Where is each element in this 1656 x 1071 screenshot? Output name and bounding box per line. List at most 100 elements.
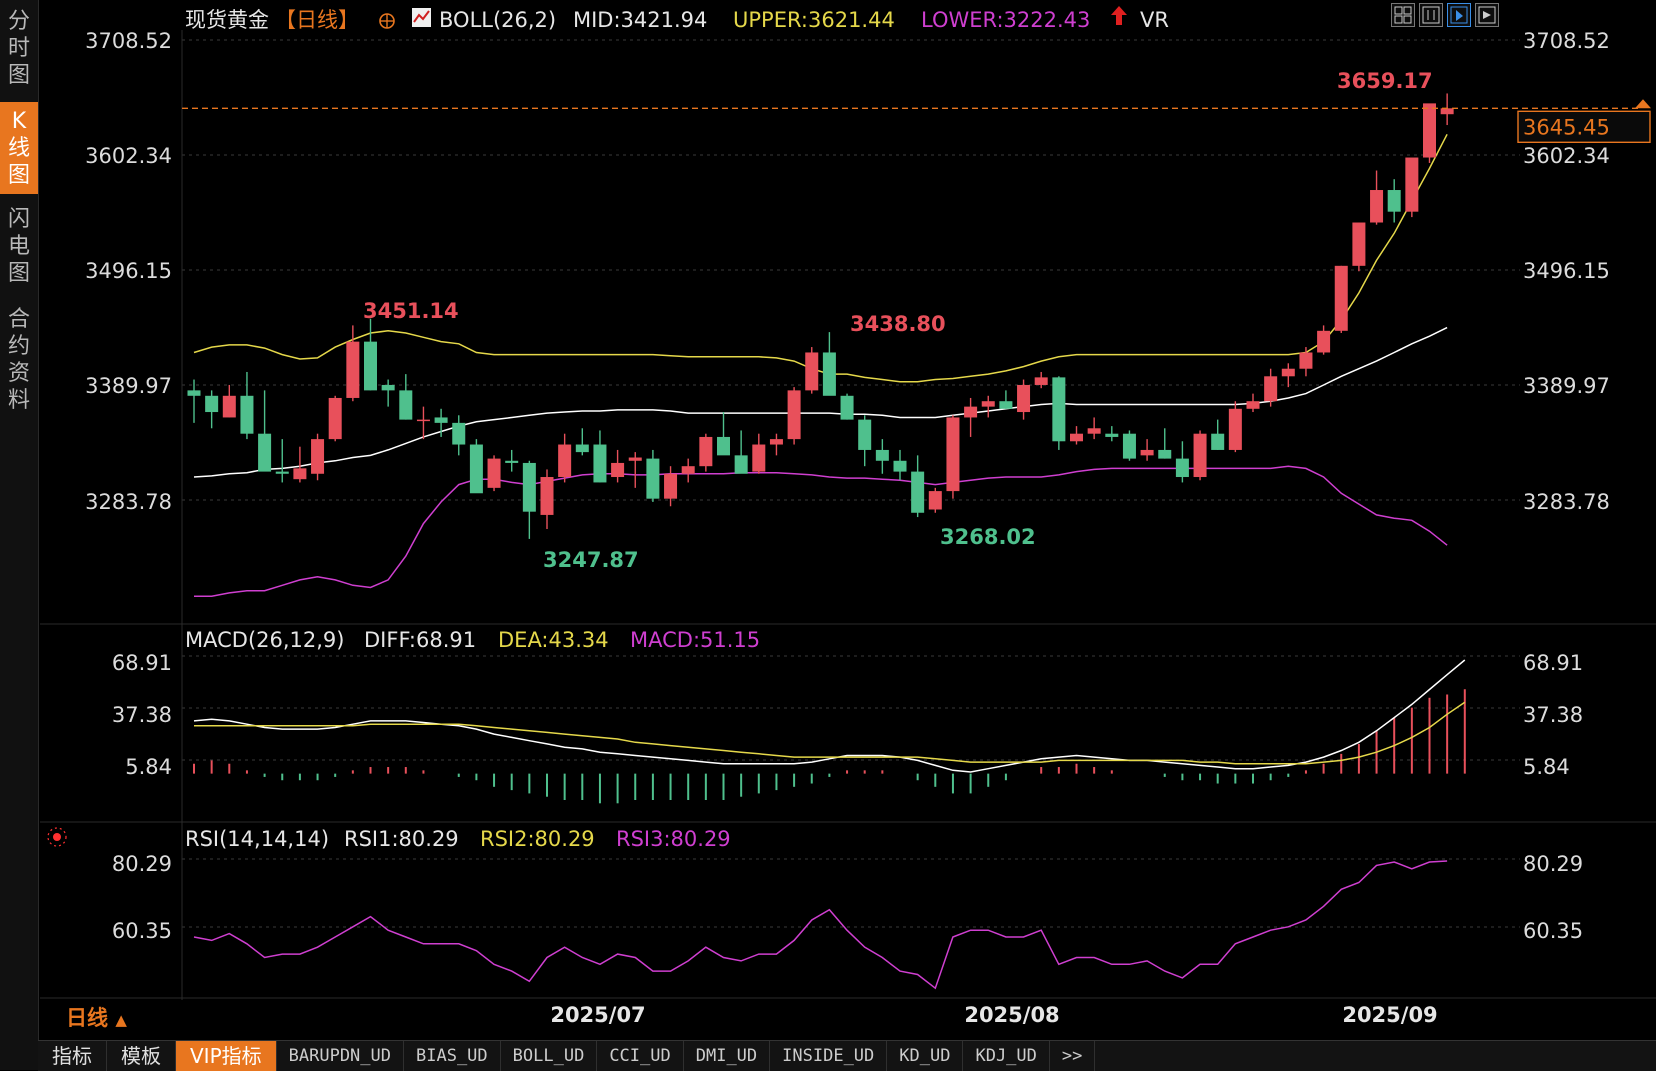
candle-up bbox=[416, 419, 430, 422]
candle-down bbox=[875, 449, 889, 461]
candle-down bbox=[1052, 377, 1066, 442]
candle-up bbox=[1087, 428, 1101, 434]
candle-down bbox=[840, 395, 854, 420]
tab-vip-indicator[interactable]: VIP指标 bbox=[176, 1041, 277, 1071]
svg-text:37.38: 37.38 bbox=[112, 703, 172, 727]
chart-toolbar bbox=[1391, 3, 1499, 27]
candle-up bbox=[1228, 408, 1242, 450]
candle-down bbox=[187, 390, 201, 396]
boll-indicator-name: BOLL(26,2) bbox=[439, 8, 556, 32]
candle-down bbox=[364, 341, 377, 391]
price-label: 3389.97 bbox=[85, 374, 172, 398]
candle-up bbox=[293, 468, 307, 480]
side-tab-bar: 分时图 K线图 闪电图 合约资料 bbox=[0, 0, 39, 1070]
chart-canvas[interactable]: 现货黄金 【日线】 BOLL(26,2) MID:3421.94 UPPER:3… bbox=[0, 0, 1656, 1070]
vr-indicator-label[interactable]: VR bbox=[1140, 8, 1169, 32]
candle-down bbox=[258, 433, 272, 472]
tab-kd[interactable]: KD_UD bbox=[887, 1041, 964, 1071]
tab-template[interactable]: 模板 bbox=[107, 1041, 176, 1071]
fullscreen-icon[interactable] bbox=[1475, 3, 1499, 27]
candle-up bbox=[981, 401, 995, 407]
candle-down bbox=[505, 460, 519, 463]
tab-indicator[interactable]: 指标 bbox=[38, 1041, 107, 1071]
side-tab-kline[interactable]: K线图 bbox=[0, 102, 38, 194]
candle-down bbox=[646, 458, 660, 499]
tab-inside[interactable]: INSIDE_UD bbox=[770, 1041, 888, 1071]
tab-cci[interactable]: CCI_UD bbox=[597, 1041, 684, 1071]
current-price-value: 3645.45 bbox=[1523, 115, 1610, 139]
tab-dmi[interactable]: DMI_UD bbox=[684, 1041, 771, 1071]
price-label: 3602.34 bbox=[85, 144, 172, 168]
tab-more[interactable]: >> bbox=[1050, 1041, 1096, 1071]
svg-text:60.35: 60.35 bbox=[112, 919, 172, 943]
candle-up bbox=[1193, 433, 1207, 478]
candle-down bbox=[1122, 433, 1136, 459]
candle-up bbox=[328, 397, 342, 440]
macd-diff-value: DIFF:68.91 bbox=[364, 628, 476, 652]
price-label: 3496.15 bbox=[85, 259, 172, 283]
candle-down bbox=[1158, 449, 1172, 459]
candle-up bbox=[664, 473, 678, 499]
candle-up bbox=[1405, 157, 1419, 212]
candle-down bbox=[381, 384, 395, 391]
candle-down bbox=[1211, 433, 1225, 450]
tab-boll[interactable]: BOLL_UD bbox=[501, 1041, 598, 1071]
candle-up bbox=[787, 390, 801, 440]
low-annotation: 3247.87 bbox=[543, 548, 639, 572]
candle-down bbox=[858, 419, 872, 450]
price-label: 3496.15 bbox=[1523, 259, 1610, 283]
chart-type-icon[interactable] bbox=[1419, 3, 1443, 27]
candle-down bbox=[434, 417, 448, 423]
candle-up bbox=[1423, 103, 1436, 158]
svg-text:68.91: 68.91 bbox=[112, 651, 172, 675]
boll-mid-value: MID:3421.94 bbox=[573, 8, 707, 32]
top-annotation: 3659.17 bbox=[1337, 69, 1433, 93]
rsi1-value: RSI1:80.29 bbox=[344, 827, 459, 851]
side-tab-timeshare[interactable]: 分时图 bbox=[0, 8, 38, 92]
period-selector[interactable]: 日线 ▲ bbox=[66, 1002, 127, 1032]
candle-up bbox=[1317, 330, 1331, 353]
indicator-chart-icon[interactable] bbox=[412, 8, 431, 27]
candle-down bbox=[717, 436, 730, 456]
candle-down bbox=[205, 395, 219, 413]
tab-bias[interactable]: BIAS_UD bbox=[404, 1041, 501, 1071]
candle-down bbox=[399, 390, 413, 420]
candle-up bbox=[1281, 368, 1295, 377]
candle-down bbox=[734, 455, 748, 474]
candle-up bbox=[964, 406, 978, 418]
tab-kdj[interactable]: KDJ_UD bbox=[963, 1041, 1050, 1071]
crosshair-icon[interactable] bbox=[379, 13, 395, 29]
candle-down bbox=[1387, 190, 1401, 212]
price-label: 3602.34 bbox=[1523, 144, 1610, 168]
side-tab-contract[interactable]: 合约资料 bbox=[0, 306, 38, 418]
rsi-indicator-name: RSI(14,14,14) bbox=[185, 827, 329, 851]
candle-up bbox=[1034, 377, 1048, 385]
price-label: 3708.52 bbox=[1523, 29, 1610, 53]
candle-up bbox=[346, 341, 360, 398]
candle-up bbox=[805, 352, 819, 391]
svg-text:80.29: 80.29 bbox=[112, 852, 172, 876]
candle-down bbox=[999, 401, 1013, 409]
price-label: 3283.78 bbox=[1523, 490, 1610, 514]
side-tab-flash[interactable]: 闪电图 bbox=[0, 206, 38, 290]
candle-up bbox=[311, 439, 325, 474]
candle-up bbox=[1264, 376, 1278, 402]
date-label: 2025/07 bbox=[550, 1003, 645, 1027]
candle-down bbox=[469, 444, 483, 494]
candle-up bbox=[1017, 384, 1031, 413]
cursor-mode-icon[interactable] bbox=[1447, 3, 1471, 27]
candle-up bbox=[769, 439, 783, 445]
layout-grid-icon[interactable] bbox=[1391, 3, 1415, 27]
candle-up bbox=[628, 457, 642, 461]
candle-up bbox=[1352, 222, 1366, 266]
boll-lower-value: LOWER:3222.43 bbox=[921, 8, 1090, 32]
candle-down bbox=[911, 471, 925, 513]
svg-text:68.91: 68.91 bbox=[1523, 651, 1583, 675]
candle-down bbox=[822, 352, 836, 396]
macd-indicator-name: MACD(26,12,9) bbox=[185, 628, 345, 652]
candle-up bbox=[1334, 265, 1348, 331]
candle-up bbox=[699, 436, 713, 467]
tab-barupdn[interactable]: BARUPDN_UD bbox=[277, 1041, 404, 1071]
candle-up bbox=[222, 395, 236, 418]
svg-text:5.84: 5.84 bbox=[1523, 755, 1570, 779]
